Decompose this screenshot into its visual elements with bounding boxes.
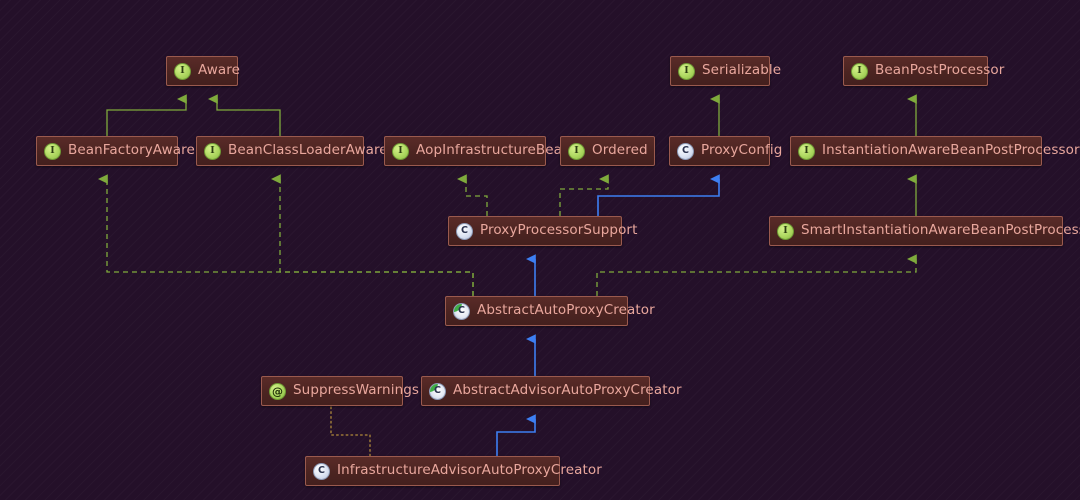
interface-icon: I	[798, 142, 815, 160]
class-node-label: BeanClassLoaderAware	[228, 141, 388, 158]
edge-aapc-to-beanfactoryaware	[97, 174, 474, 296]
class-node-label: ProxyConfig	[701, 141, 783, 158]
class-node-label: AbstractAdvisorAutoProxyCreator	[453, 381, 682, 398]
class-node-beanfactoryaware[interactable]: I BeanFactoryAware	[36, 136, 195, 166]
class-node-beanclassloaderaware[interactable]: I BeanClassLoaderAware	[196, 136, 388, 166]
class-node-serializable[interactable]: I Serializable	[670, 56, 781, 86]
class-node-label: ProxyProcessorSupport	[480, 221, 638, 238]
interface-icon: I	[44, 142, 61, 160]
class-node-label: InfrastructureAdvisorAutoProxyCreator	[337, 461, 602, 478]
class-node-smartinstantiationawarebeanpostprocessor[interactable]: I SmartInstantiationAwareBeanPostProcess…	[769, 216, 1080, 246]
edge-pps-to-proxyconfig	[597, 174, 720, 216]
uml-class-diagram: I Aware I Serializable I BeanPostProcess…	[0, 0, 1080, 500]
interface-icon: I	[851, 62, 868, 80]
edge-iaapc-to-aaapc	[496, 414, 536, 456]
class-node-proxyprocessorsupport[interactable]: C ProxyProcessorSupport	[448, 216, 637, 246]
edge-beanclassloaderaware-to-aware	[207, 94, 281, 136]
interface-icon: I	[174, 62, 191, 80]
class-node-aware[interactable]: I Aware	[166, 56, 241, 86]
class-node-proxyconfig[interactable]: C ProxyConfig	[669, 136, 782, 166]
interface-icon: I	[777, 222, 794, 240]
class-node-abstractadvisorautoproxycreator[interactable]: C AbstractAdvisorAutoProxyCreator	[421, 376, 682, 406]
class-icon: C	[456, 222, 473, 240]
interface-icon: I	[204, 142, 221, 160]
interface-icon: I	[678, 62, 695, 80]
class-icon: C	[313, 462, 330, 480]
class-node-instantiationawarebeanpostprocessor[interactable]: I InstantiationAwareBeanPostProcessor	[790, 136, 1079, 166]
class-node-label: Ordered	[592, 141, 648, 158]
class-node-aopinfrastructurebean[interactable]: I AopInfrastructureBean	[384, 136, 571, 166]
interface-icon: I	[392, 142, 409, 160]
edge-iaapc-to-suppresswarnings	[330, 405, 371, 457]
class-icon: C	[677, 142, 694, 160]
edge-pps-to-aopinfrastructurebean	[456, 174, 488, 216]
class-node-label: BeanFactoryAware	[68, 141, 195, 158]
edge-beanfactoryaware-to-aware	[106, 94, 187, 136]
class-node-label: SuppressWarnings	[293, 381, 420, 398]
class-node-label: InstantiationAwareBeanPostProcessor	[822, 141, 1080, 158]
class-node-label: AbstractAutoProxyCreator	[477, 301, 655, 318]
abstract-class-icon: C	[429, 382, 446, 400]
class-node-suppresswarnings[interactable]: @ SuppressWarnings	[261, 376, 419, 406]
interface-icon: I	[568, 142, 585, 160]
class-node-label: Serializable	[702, 61, 782, 78]
edge-aapc-to-beanclassloaderaware	[270, 174, 474, 296]
edge-pps-to-ordered	[559, 174, 609, 216]
annotation-icon: @	[269, 382, 286, 400]
class-node-label: SmartInstantiationAwareBeanPostProcessor	[801, 221, 1080, 238]
class-node-ordered[interactable]: I Ordered	[560, 136, 655, 166]
class-node-label: Aware	[198, 61, 241, 78]
class-node-label: BeanPostProcessor	[875, 61, 1005, 78]
class-node-label: AopInfrastructureBean	[416, 141, 571, 158]
class-node-abstractautoproxycreator[interactable]: C AbstractAutoProxyCreator	[445, 296, 655, 326]
class-node-beanpostprocessor[interactable]: I BeanPostProcessor	[843, 56, 1004, 86]
abstract-class-icon: C	[453, 302, 470, 320]
class-node-infrastructureadvisorautoproxycreator[interactable]: C InfrastructureAdvisorAutoProxyCreator	[305, 456, 602, 486]
edge-aapc-to-siabpp	[596, 254, 917, 296]
